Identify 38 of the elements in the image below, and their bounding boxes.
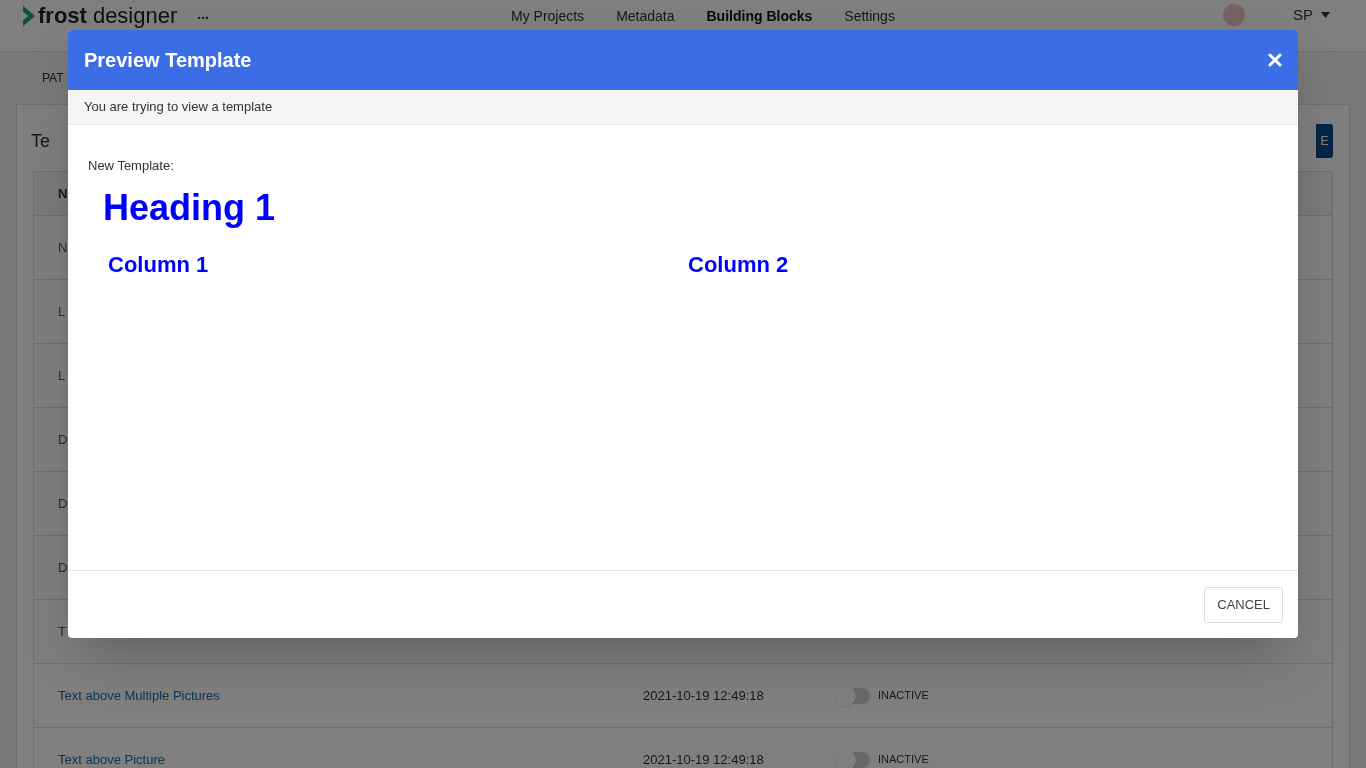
avatar[interactable] (1223, 4, 1245, 26)
template-heading: Heading 1 (103, 185, 277, 230)
new-button[interactable]: E (1316, 124, 1333, 158)
template-link[interactable]: N (58, 237, 68, 258)
chevron-logo-icon (22, 5, 36, 27)
nav-link[interactable]: Building Blocks (706, 7, 813, 25)
template-link[interactable]: L (58, 301, 66, 322)
template-link[interactable]: T (58, 621, 66, 642)
dialog-title: Preview Template (84, 48, 252, 73)
nav-link[interactable]: Metadata (616, 7, 675, 25)
column-heading: Column 2 (688, 251, 789, 277)
close-icon[interactable] (1268, 53, 1282, 67)
cancel-button[interactable]: CANCEL (1204, 586, 1283, 623)
status-label: INACTIVE (878, 688, 929, 704)
toggle-switch[interactable] (838, 751, 870, 768)
template-link[interactable]: L (58, 365, 66, 386)
template-link[interactable]: Text above Picture (58, 749, 165, 768)
more-button[interactable]: ... (197, 5, 209, 23)
user-initials[interactable]: SP (1293, 6, 1313, 24)
column-header: N (58, 184, 68, 203)
caret-icon[interactable] (1321, 12, 1330, 18)
logo-text: designer (92, 5, 178, 27)
template-link[interactable]: D (58, 493, 68, 514)
table-cell-text: 2021-10-19 12:49:18 (643, 750, 764, 768)
template-link[interactable]: D (58, 429, 68, 450)
card-title: Te (31, 129, 50, 153)
breadcrumb-link[interactable]: PAT (42, 69, 64, 87)
table-cell-text: 2021-10-19 12:49:18 (643, 686, 764, 705)
nav-link[interactable]: My Projects (511, 7, 585, 25)
template-label: New Template: (88, 157, 175, 175)
toggle-switch[interactable] (838, 687, 870, 704)
dialog-subtitle: You are trying to view a template (84, 98, 273, 117)
template-link[interactable]: Text above Multiple Pictures (58, 685, 220, 706)
nav-link[interactable]: Settings (844, 7, 895, 25)
logo-text: frost (38, 5, 87, 27)
column-heading: Column 1 (108, 251, 209, 277)
template-link[interactable]: D (58, 557, 68, 578)
status-label: INACTIVE (878, 752, 929, 768)
